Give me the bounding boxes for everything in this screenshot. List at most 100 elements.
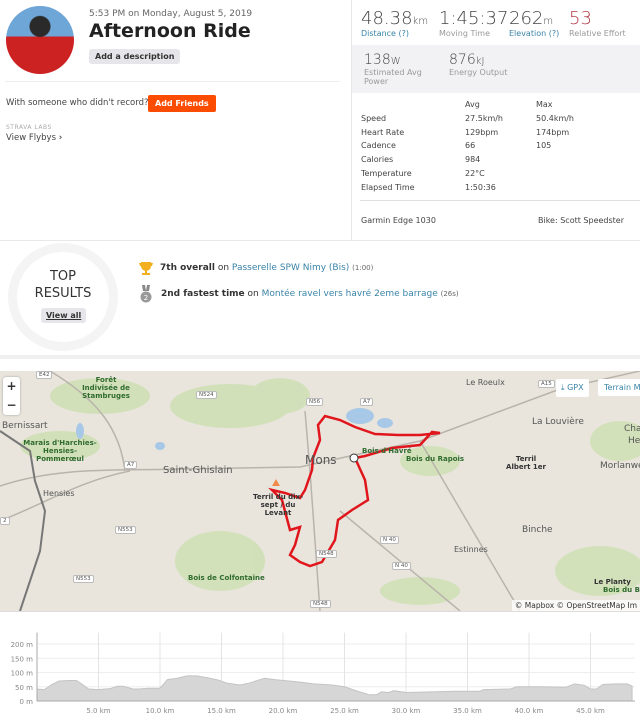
activity-datetime: 5:53 PM on Monday, August 5, 2019	[89, 9, 253, 19]
x-tick-label: 35.0 km	[453, 707, 482, 715]
power-label: Estimated Avg Power	[364, 68, 422, 86]
distance-label[interactable]: Distance (?)	[361, 29, 428, 38]
energy-label: Energy Output	[449, 68, 508, 77]
table-cell: Elapsed Time	[361, 182, 415, 192]
distance-value: 48.38	[361, 8, 413, 29]
finish-flag-icon	[349, 453, 359, 463]
gpx-download-button[interactable]: ⤓ GPX	[556, 379, 589, 397]
elevation-profile[interactable]: 0 m 50 m 100 m 150 m 200 m 5.0 km 10.0 km 15.0 …	[0, 611, 640, 721]
avatar[interactable]	[6, 6, 74, 74]
divider	[5, 81, 340, 82]
elevation-chart: 0 m 50 m 100 m 150 m 200 m 5.0 km 10.0 km 15.0 …	[11, 632, 635, 715]
road-shield: N553	[115, 526, 136, 534]
add-friends-button[interactable]: Add Friends	[148, 95, 216, 112]
divider	[360, 200, 640, 201]
place-label: Estinnes	[454, 545, 488, 554]
trophy-icon	[139, 262, 153, 275]
road-shield: A7	[360, 398, 374, 406]
view-flybys-link[interactable]: View Flybys ›	[6, 133, 62, 143]
friends-prompt: With someone who didn't record?	[6, 98, 149, 108]
table-cell: Heart Rate	[361, 127, 405, 137]
road-shield: 2	[0, 517, 10, 525]
table-cell: Calories	[361, 155, 394, 165]
place-label: Binche	[522, 525, 553, 535]
device-name: Garmin Edge 1030	[361, 216, 436, 225]
zoom-out-button[interactable]: −	[3, 396, 20, 415]
segment-link[interactable]: Montée ravel vers havré 2eme barrage	[262, 289, 438, 299]
table-cell: Temperature	[361, 168, 412, 178]
result-time: (1:00)	[352, 264, 374, 272]
forest-label: Bois d'Havré	[362, 447, 412, 455]
forest-label: Marais d'Harchies-Hensies-Pommerœul	[23, 439, 97, 463]
table-row: Speed 27.5km/h 50.4km/h	[361, 114, 631, 128]
top-results-title: TOP RESULTS	[25, 268, 101, 302]
forest-label: Bois de Colfontaine	[188, 574, 265, 582]
table-cell: 174bpm	[536, 127, 570, 137]
energy-value: 876	[449, 52, 476, 68]
zoom-in-button[interactable]: +	[3, 377, 20, 396]
result-rank: 7th overall	[160, 263, 215, 273]
title-line: TOP	[49, 269, 76, 284]
forest-label: Forêt Indivisée de Stambruges	[82, 376, 130, 400]
place-label: Morlanwe	[600, 461, 640, 471]
map-attribution[interactable]: © Mapbox © OpenStreetMap Im	[511, 600, 640, 611]
table-cell: 1:50:36	[465, 182, 496, 192]
result-item: 2 2nd fastest time on Montée ravel vers …	[139, 285, 459, 303]
add-description-button[interactable]: Add a description	[89, 49, 181, 64]
table-row: Temperature 22°C	[361, 169, 631, 183]
route-line	[268, 414, 441, 568]
table-cell: 66	[465, 141, 476, 151]
header-avg: Avg	[465, 100, 480, 109]
zoom-controls: + −	[3, 377, 20, 415]
segment-link[interactable]: Passerelle SPW Nimy (Bis)	[232, 263, 349, 273]
x-tick-label: 20.0 km	[269, 707, 298, 715]
poi-label: Terril Albert 1er	[506, 455, 546, 471]
table-cell: 984	[465, 155, 481, 165]
y-tick-label: 50 m	[15, 684, 33, 692]
x-tick-label: 15.0 km	[207, 707, 236, 715]
road-shield: N 40	[392, 562, 411, 570]
map-forests	[20, 378, 640, 605]
road-shield: N548	[316, 550, 337, 558]
view-flybys-label: View Flybys	[6, 133, 57, 143]
bike-name[interactable]: Bike: Scott Speedster	[538, 216, 624, 225]
x-tick-label: 30.0 km	[392, 707, 421, 715]
stat-energy: 876kJ Energy Output	[449, 52, 507, 77]
gpx-label: GPX	[567, 383, 584, 392]
table-row: Elapsed Time 1:50:36	[361, 183, 631, 197]
map-roads	[0, 371, 640, 611]
x-tick-label: 25.0 km	[330, 707, 359, 715]
route-map[interactable]: + − ⤓ GPX Terrain M Mons Saint-Ghislain B…	[0, 371, 640, 611]
table-cell: 105	[536, 141, 552, 151]
place-label: Saint-Ghislain	[163, 465, 233, 476]
result-time: (26s)	[440, 290, 459, 298]
terrain-map-button[interactable]: Terrain M	[598, 379, 640, 396]
moving-time-label: Moving Time	[439, 29, 491, 38]
view-all-button[interactable]: View all	[41, 308, 87, 323]
power-unit: W	[390, 56, 401, 67]
svg-text:2: 2	[144, 294, 148, 302]
result-rank: 2nd fastest time	[161, 289, 245, 299]
y-tick-label: 200 m	[11, 641, 34, 649]
table-row: Heart Rate 129bpm 174bpm	[361, 128, 631, 142]
distance-unit: km	[412, 16, 429, 27]
x-tick-label: 40.0 km	[515, 707, 544, 715]
forest-label: Bois du Ba	[603, 586, 640, 594]
table-header: Avg Max	[361, 100, 631, 114]
y-tick-label: 100 m	[11, 670, 34, 678]
chevron-right-icon: ›	[58, 133, 63, 143]
x-tick-label: 10.0 km	[146, 707, 175, 715]
stat-moving-time: 1:45:37 Moving Time	[439, 8, 508, 38]
road-shield: N548	[310, 600, 331, 608]
x-tick-label: 45.0 km	[576, 707, 605, 715]
x-tick-label: 5.0 km	[86, 707, 110, 715]
place-label: Bernissart	[2, 421, 48, 431]
moving-time-value: 1:45:37	[439, 8, 509, 29]
y-tick-label: 0 m	[20, 698, 34, 706]
place-label: He	[628, 436, 640, 446]
table-cell: Speed	[361, 113, 387, 123]
elevation-label[interactable]: Elevation (?)	[509, 29, 559, 38]
stat-elevation: 262m Elevation (?)	[509, 8, 559, 38]
title-line: RESULTS	[34, 286, 92, 301]
place-label: Mons	[305, 453, 337, 467]
